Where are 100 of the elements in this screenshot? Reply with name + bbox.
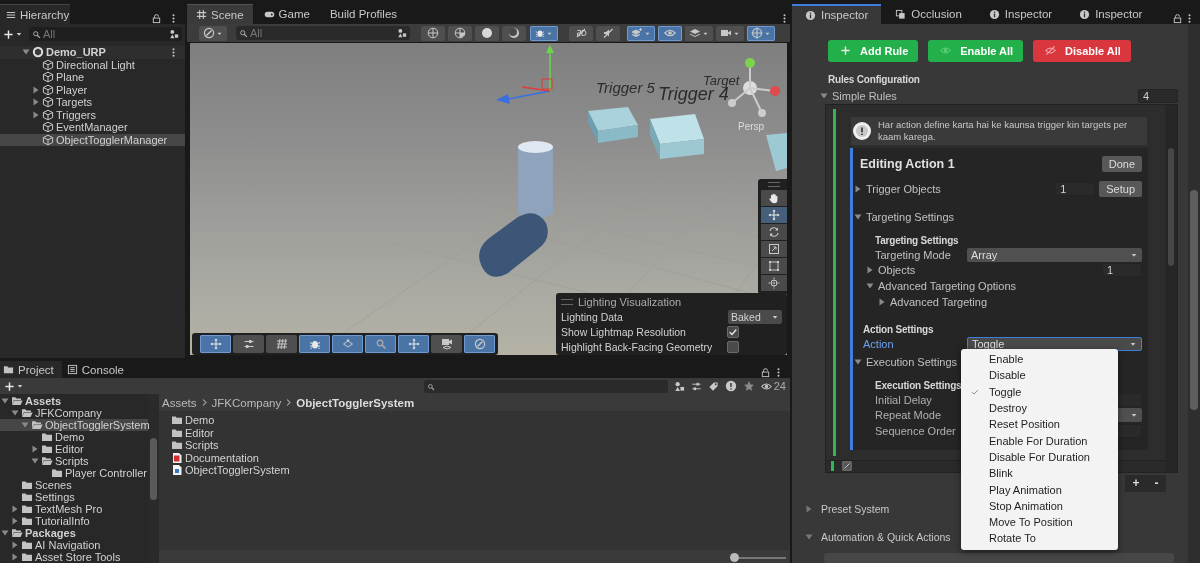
done-button[interactable]: Done bbox=[1101, 155, 1142, 172]
foldout-arrow-icon[interactable] bbox=[11, 505, 19, 513]
file-item[interactable]: Editor bbox=[171, 426, 790, 439]
panel-tab[interactable]: Occlusion bbox=[882, 4, 975, 24]
lock-icon[interactable] bbox=[151, 13, 162, 24]
menu-item[interactable]: Stop Animation bbox=[961, 497, 1118, 514]
count-field[interactable]: 4 bbox=[1138, 88, 1178, 103]
toolbar-toggle[interactable] bbox=[627, 25, 655, 41]
lock-icon[interactable] bbox=[1172, 13, 1183, 24]
list-button[interactable]: - bbox=[1151, 476, 1162, 491]
foldout-label[interactable]: Simple Rules bbox=[832, 89, 897, 102]
toolbar-toggle[interactable] bbox=[299, 335, 330, 353]
foldout-arrow-icon[interactable] bbox=[878, 297, 886, 306]
toolbar-toggle[interactable] bbox=[685, 25, 713, 41]
search-field[interactable]: All bbox=[236, 26, 410, 40]
foldout-arrow-icon[interactable] bbox=[21, 421, 29, 429]
foldout-arrow-icon[interactable] bbox=[11, 553, 19, 561]
tree-item[interactable]: EventManager bbox=[0, 121, 185, 134]
toolbar-toggle[interactable] bbox=[502, 25, 526, 41]
foldout-label[interactable]: Advanced Targeting bbox=[890, 295, 988, 308]
tree-item[interactable]: Plane bbox=[0, 71, 185, 84]
panel-tab[interactable]: Game bbox=[254, 4, 319, 24]
foldout-arrow-icon[interactable] bbox=[22, 48, 30, 57]
foldout-arrow-icon[interactable] bbox=[805, 533, 813, 542]
menu-item[interactable]: Disable For Duration bbox=[961, 448, 1118, 466]
toolbar-toggle[interactable] bbox=[658, 25, 682, 41]
orientation-dropdown[interactable] bbox=[199, 25, 227, 41]
toolbar-toggle[interactable] bbox=[530, 25, 558, 41]
foldout-arrow-icon[interactable] bbox=[31, 445, 39, 453]
tree-item[interactable]: Demo_URP bbox=[0, 46, 185, 59]
checkbox[interactable] bbox=[727, 340, 739, 353]
foldout-arrow-icon[interactable] bbox=[11, 409, 19, 417]
star-icon[interactable] bbox=[742, 380, 755, 392]
count-field[interactable]: 1 bbox=[1102, 262, 1142, 277]
checkbox[interactable] bbox=[727, 325, 739, 338]
menu-item[interactable]: Destroy bbox=[961, 399, 1118, 417]
foldout-arrow-icon[interactable] bbox=[1, 397, 9, 405]
toolbar-toggle[interactable] bbox=[475, 25, 499, 41]
breadcrumb-link[interactable]: Assets bbox=[162, 396, 197, 409]
tree-item[interactable]: TutorialInfo bbox=[0, 515, 148, 527]
panel-tab[interactable]: Project bbox=[0, 361, 62, 378]
breadcrumb-link[interactable]: JFKCompany bbox=[211, 396, 282, 409]
tree-item[interactable]: ObjectTogglerManager bbox=[0, 133, 185, 146]
filter-shapes-icon[interactable] bbox=[397, 28, 407, 38]
panel-tab[interactable]: Inspector bbox=[975, 4, 1066, 24]
tree-item[interactable]: Triggers bbox=[0, 108, 185, 121]
tool-button[interactable] bbox=[761, 190, 787, 206]
toolbar-toggle[interactable] bbox=[233, 335, 264, 353]
tree-item[interactable]: AI Navigation bbox=[0, 539, 148, 551]
foldout-arrow-icon[interactable] bbox=[866, 281, 874, 290]
count-field[interactable]: 1 bbox=[1055, 181, 1096, 196]
tree-item[interactable]: Assets bbox=[0, 395, 148, 407]
file-item[interactable]: Demo bbox=[171, 414, 790, 427]
foldout-arrow-icon[interactable] bbox=[805, 505, 813, 514]
menu-item[interactable]: Toggle bbox=[961, 383, 1118, 400]
toolbar-toggle[interactable] bbox=[716, 25, 744, 41]
panel-tab[interactable]: Build Profiles bbox=[320, 4, 407, 24]
toolbar-toggle[interactable] bbox=[596, 25, 620, 41]
panel-tab[interactable]: Scene bbox=[187, 4, 253, 24]
foldout-arrow-icon[interactable] bbox=[866, 265, 874, 274]
menu-item[interactable]: Reset Position bbox=[961, 416, 1118, 433]
tree-item[interactable]: JFKCompany bbox=[0, 407, 148, 419]
tag-icon[interactable] bbox=[707, 380, 719, 392]
file-item[interactable]: Documentation bbox=[171, 451, 790, 464]
menu-item[interactable]: Disable bbox=[961, 367, 1118, 384]
lock-icon[interactable] bbox=[760, 367, 771, 378]
panel-tab[interactable]: Inspector bbox=[1066, 4, 1156, 24]
filter-shapes-icon[interactable] bbox=[673, 380, 685, 392]
toolbar-toggle[interactable] bbox=[747, 25, 775, 41]
menu-item[interactable]: Rotate To bbox=[961, 530, 1118, 547]
toolbar-toggle[interactable] bbox=[365, 335, 396, 353]
dropdown[interactable]: Array bbox=[967, 247, 1142, 262]
tree-item[interactable]: Editor bbox=[0, 443, 148, 455]
tree-item[interactable]: Demo bbox=[0, 431, 148, 443]
foldout-arrow-icon[interactable] bbox=[31, 457, 39, 465]
toolbar-toggle[interactable] bbox=[332, 335, 363, 353]
tree-item[interactable]: Targets bbox=[0, 96, 185, 109]
foldout-arrow-icon[interactable] bbox=[820, 91, 828, 100]
tool-button[interactable] bbox=[761, 224, 787, 240]
tree-item[interactable]: Player Controller bbox=[0, 467, 148, 479]
add-menu-button[interactable] bbox=[4, 380, 24, 392]
foldout-label[interactable]: Objects bbox=[878, 263, 916, 276]
foldout-arrow-icon[interactable] bbox=[32, 85, 40, 94]
foldout-label[interactable]: Advanced Targeting Options bbox=[878, 279, 1016, 292]
toolbar-toggle[interactable] bbox=[421, 25, 445, 41]
tree-item[interactable]: Settings bbox=[0, 491, 148, 503]
list-button[interactable]: + bbox=[1129, 476, 1143, 491]
tree-item[interactable]: Asset Store Tools bbox=[0, 551, 148, 563]
tree-item[interactable]: Directional Light bbox=[0, 58, 185, 71]
search-field[interactable]: All bbox=[29, 27, 182, 41]
menu-item[interactable]: Enable For Duration bbox=[961, 432, 1118, 449]
panel-tab[interactable]: Hierarchy bbox=[0, 4, 70, 24]
scrollbar[interactable] bbox=[1165, 104, 1177, 472]
toolbar-toggle[interactable] bbox=[266, 335, 297, 353]
foldout-arrow-icon[interactable] bbox=[32, 98, 40, 107]
tree-item[interactable]: Scenes bbox=[0, 479, 148, 491]
toolbar-toggle[interactable] bbox=[448, 25, 472, 41]
tree-item[interactable]: Packages bbox=[0, 527, 148, 539]
foldout-label[interactable]: Preset System bbox=[821, 503, 890, 516]
menu-item[interactable]: Play Animation bbox=[961, 481, 1118, 498]
